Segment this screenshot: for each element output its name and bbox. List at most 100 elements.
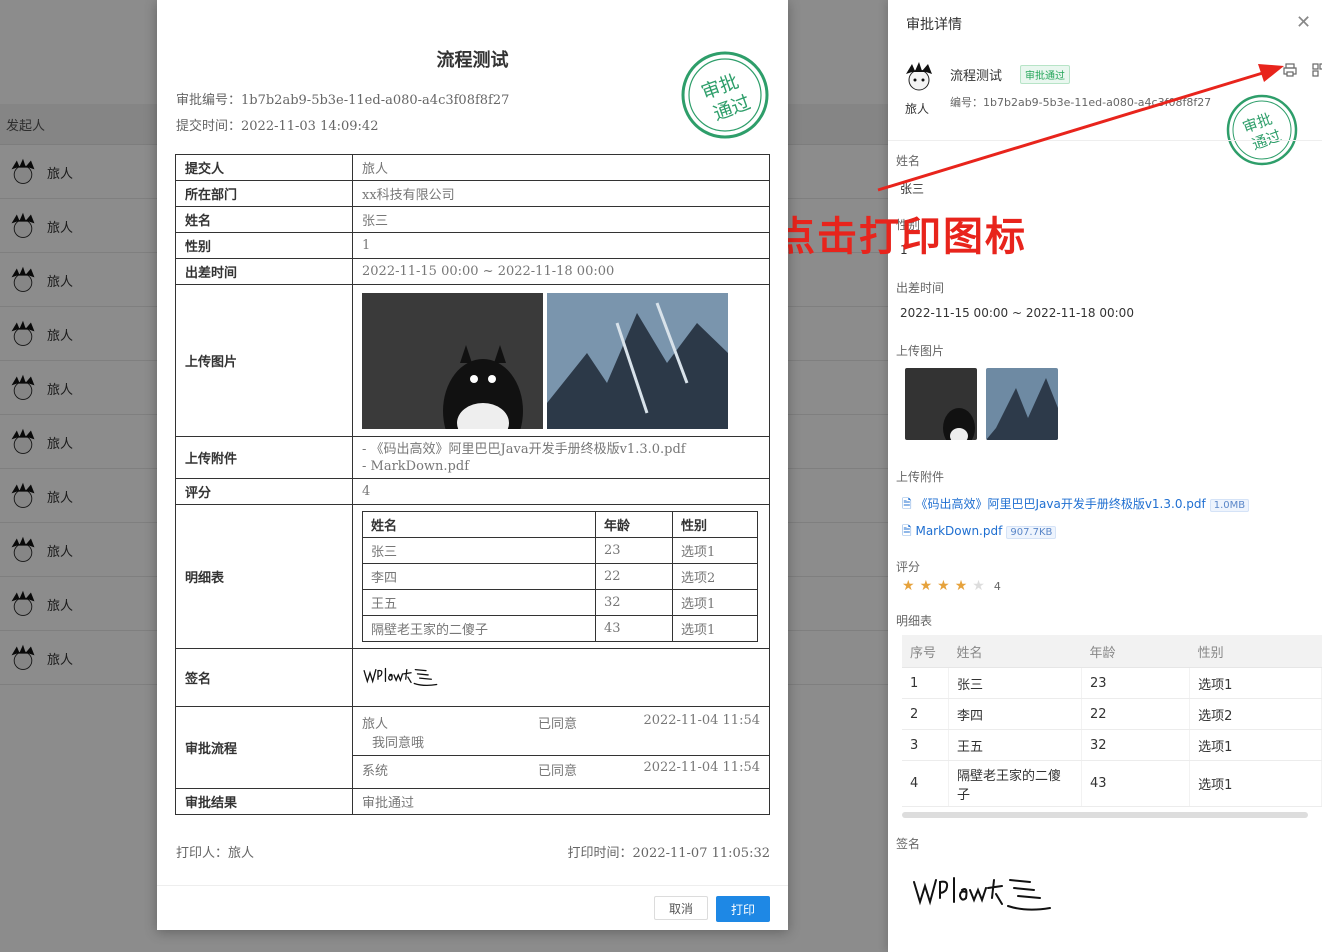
trip-time-value: 2022-11-15 00:00 ~ 2022-11-18 00:00 [900, 306, 1134, 320]
image-thumbnail[interactable] [905, 368, 977, 440]
qrcode-icon[interactable] [1312, 62, 1322, 78]
step-user: 系统 [362, 764, 389, 779]
submitter-label: 提交人 [175, 154, 353, 181]
cancel-button[interactable]: 取消 [654, 896, 708, 920]
table-cell: 32 [595, 589, 673, 616]
step-comment: 我同意哦 [372, 736, 425, 751]
table-cell: 4 [902, 760, 949, 807]
table-row: 隔壁老王家的二傻子 43 选项1 [362, 615, 758, 642]
table-cell: 选项1 [672, 537, 758, 564]
approval-number: 审批编号：1b7b2ab9-5b3e-11ed-a080-a4c3f08f8f2… [176, 93, 510, 108]
table-row: 3 王五 32 选项1 [902, 729, 1322, 761]
process-cell: 旅人 已同意 2022-11-04 11:54 我同意哦 系统 已同意 2022… [352, 706, 770, 789]
name-value: 张三 [900, 182, 925, 196]
process-step: 系统 已同意 2022-11-04 11:54 [353, 756, 769, 786]
step-status: 已同意 [538, 764, 578, 779]
trip-time-label: 出差时间 [175, 258, 353, 285]
table-cell: 张三 [362, 537, 596, 564]
attachment-item: - MarkDown.pdf [362, 458, 470, 474]
step-user: 旅人 [362, 717, 389, 732]
status-badge: 审批通过 [1020, 65, 1070, 84]
table-cell: 选项1 [1189, 760, 1322, 807]
step-status: 已同意 [538, 717, 578, 732]
gender-label: 性别 [175, 232, 353, 259]
name-value: 张三 [352, 206, 770, 233]
table-row: 4 隔壁老王家的二傻子 43 选项1 [902, 760, 1322, 807]
image-thumbnail[interactable] [986, 368, 1058, 440]
gender-value: 1 [352, 232, 770, 259]
close-icon[interactable]: ✕ [1296, 12, 1311, 33]
column-header: 性别 [672, 511, 758, 538]
star-filled-icon[interactable]: ★ [902, 578, 920, 594]
detail-table: 姓名 年龄 性别 张三 23 选项1 李四 22 选项2 王五 32 选项1 隔壁老王家的二傻子 43 选项… [362, 511, 758, 642]
table-cell: 2 [902, 698, 949, 730]
signature-label: 签名 [175, 648, 353, 707]
name-label: 姓名 [896, 154, 921, 168]
printer-icon[interactable] [1282, 62, 1298, 78]
uploaded-image-artwork [547, 292, 728, 429]
print-form-table: 提交人 旅人 所在部门 xx科技有限公司 姓名 张三 性别 1 出差时间 202… [175, 154, 770, 815]
table-row: 1 张三 23 选项1 [902, 667, 1322, 699]
table-cell: 3 [902, 729, 949, 761]
table-cell: 43 [1081, 760, 1191, 807]
star-filled-icon[interactable]: ★ [920, 578, 938, 594]
images-cell [352, 284, 770, 437]
table-cell: 选项1 [672, 615, 758, 642]
approval-detail-drawer: 审批详情 ✕ 旅人 流程测试 审批通过 编号：1b7b2ab9-5b3e-11e… [888, 0, 1322, 952]
name-label: 姓名 [175, 206, 353, 233]
table-cell: 43 [595, 615, 673, 642]
star-filled-icon[interactable]: ★ [955, 578, 973, 594]
signature-cell [352, 648, 770, 707]
table-cell: 李四 [362, 563, 596, 590]
table-cell: 选项1 [1189, 729, 1322, 761]
attachment-link[interactable]: 🗎 《码出高效》阿里巴巴Java开发手册终极版v1.3.0.pdf 1.0MB [902, 495, 1250, 516]
dialog-footer-divider [157, 885, 788, 886]
process-label: 审批流程 [175, 706, 353, 789]
approved-stamp: 审批 通过 [681, 51, 769, 139]
images-label: 上传图片 [896, 344, 945, 358]
star-filled-icon[interactable]: ★ [937, 578, 955, 594]
print-button[interactable]: 打印 [716, 896, 770, 922]
column-header: 序号 [902, 635, 949, 668]
star-empty-icon[interactable]: ★ [972, 578, 990, 594]
attachment-link[interactable]: 🗎 MarkDown.pdf 907.7KB [902, 522, 1057, 543]
detail-table: 序号 姓名 年龄 性别 1 张三 23 选项1 2 李四 22 选项2 3 王五 32 选项1 4 隔壁老王家的… [902, 635, 1322, 807]
signature-label: 签名 [896, 837, 921, 851]
submitter-value: 旅人 [352, 154, 770, 181]
table-cell: 23 [1081, 667, 1191, 699]
drawer-divider [888, 140, 1322, 141]
table-cell: 选项1 [672, 589, 758, 616]
star-rating[interactable]: ★★★★★ 4 [902, 578, 1001, 594]
annotation-text: 点击打印图标 [775, 214, 1027, 260]
table-cell: 32 [1081, 729, 1191, 761]
table-row: 2 李四 22 选项2 [902, 698, 1322, 730]
result-label: 审批结果 [175, 788, 353, 815]
rating-label: 评分 [896, 560, 921, 574]
attachment-item: - 《码出高效》阿里巴巴Java开发手册终极版v1.3.0.pdf [362, 441, 686, 457]
process-step: 旅人 已同意 2022-11-04 11:54 我同意哦 [353, 709, 769, 756]
uploaded-image-totoro [362, 292, 543, 429]
column-header: 性别 [1189, 635, 1322, 668]
signature-image [913, 877, 1051, 911]
table-cell: 22 [595, 563, 673, 590]
rating-value: 4 [352, 478, 770, 505]
table-cell: 李四 [948, 698, 1082, 730]
files-cell: - 《码出高效》阿里巴巴Java开发手册终极版v1.3.0.pdf - Mark… [352, 436, 770, 479]
column-header: 姓名 [362, 511, 596, 538]
table-cell: 选项1 [1189, 667, 1322, 699]
department-value: xx科技有限公司 [352, 180, 770, 207]
department-label: 所在部门 [175, 180, 353, 207]
table-cell: 22 [1081, 698, 1191, 730]
table-header-row: 姓名 年龄 性别 [362, 511, 758, 538]
print-preview-dialog: 流程测试 审批编号：1b7b2ab9-5b3e-11ed-a080-a4c3f0… [157, 0, 788, 930]
horizontal-scrollbar[interactable] [902, 812, 1308, 818]
step-time: 2022-11-04 11:54 [643, 760, 760, 775]
drawer-title: 审批详情 [906, 17, 962, 33]
file-icon: 🗎 [902, 524, 916, 538]
table-cell: 王五 [948, 729, 1082, 761]
files-label: 上传附件 [175, 436, 353, 479]
table-cell: 隔壁老王家的二傻子 [362, 615, 596, 642]
drawer-user-name: 旅人 [905, 102, 930, 116]
trip-time-label: 出差时间 [896, 281, 945, 295]
step-time: 2022-11-04 11:54 [643, 713, 760, 728]
